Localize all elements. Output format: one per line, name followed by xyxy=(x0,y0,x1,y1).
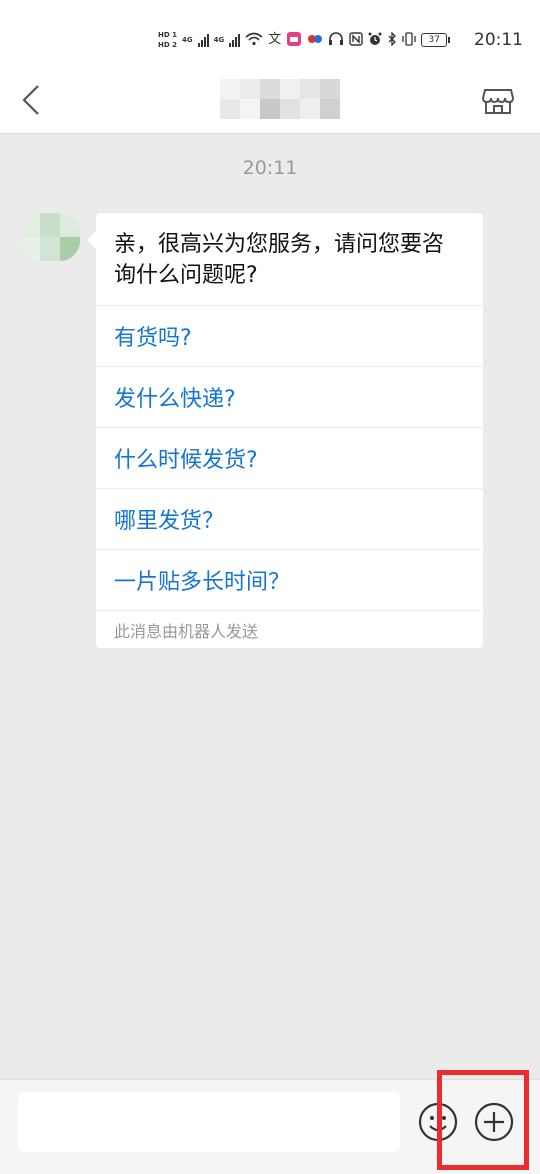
message-bubble: 亲，很高兴为您服务，请问您要咨询什么问题呢? 有货吗? 发什么快递? 什么时候发… xyxy=(87,213,483,648)
bluetooth-icon xyxy=(387,30,397,49)
hd2-label: HD 2 xyxy=(158,41,177,49)
avatar[interactable] xyxy=(20,213,80,261)
hd1-label: HD 1 xyxy=(158,31,177,39)
translate-icon: 文 xyxy=(268,32,282,47)
network-type-2: 4G xyxy=(213,36,225,44)
more-button[interactable] xyxy=(472,1100,516,1144)
battery-level: 37 xyxy=(421,33,448,47)
quick-reply-in-stock[interactable]: 有货吗? xyxy=(96,305,483,366)
quick-reply-courier[interactable]: 发什么快递? xyxy=(96,366,483,427)
status-icons: HD 1 HD 2 4G 4G 文 37 xyxy=(158,26,451,54)
wifi-icon xyxy=(245,32,263,49)
message-timestamp: 20:11 xyxy=(242,157,298,179)
emoji-button[interactable] xyxy=(416,1100,460,1144)
robot-footnote: 此消息由机器人发送 xyxy=(96,610,483,648)
plus-circle-icon xyxy=(474,1102,514,1142)
quick-reply-ship-from[interactable]: 哪里发货？ xyxy=(96,488,483,549)
page-title xyxy=(220,79,340,119)
5g-app-icon xyxy=(307,32,323,49)
chat-header xyxy=(0,66,540,134)
quick-reply-ship-time[interactable]: 什么时候发货? xyxy=(96,427,483,488)
store-icon xyxy=(481,89,515,114)
battery-icon: 37 xyxy=(421,33,451,47)
store-button[interactable] xyxy=(478,76,518,124)
quick-reply-duration[interactable]: 一片贴多长时间？ xyxy=(96,549,483,610)
tv-app-icon xyxy=(286,31,302,50)
clock: 20:11 xyxy=(474,30,523,50)
alarm-icon xyxy=(368,32,382,49)
input-bar xyxy=(0,1079,540,1174)
status-bar: HD 1 HD 2 4G 4G 文 37 20:11 xyxy=(0,0,540,66)
headphones-icon xyxy=(328,31,344,49)
chevron-left-icon xyxy=(22,85,39,115)
chat-area[interactable]: 20:11 亲，很高兴为您服务，请问您要咨询什么问题呢? 有货吗? 发什么快递?… xyxy=(0,135,540,1079)
message-input[interactable] xyxy=(18,1092,400,1152)
hd-icon: HD 1 HD 2 xyxy=(158,31,177,49)
emoji-icon xyxy=(418,1102,458,1142)
network-type-1: 4G xyxy=(181,36,193,44)
signal-icon xyxy=(229,33,241,47)
signal-icon xyxy=(197,33,209,47)
greeting-text: 亲，很高兴为您服务，请问您要咨询什么问题呢? xyxy=(114,232,445,288)
vibrate-icon xyxy=(402,31,416,49)
nfc-icon xyxy=(349,31,363,49)
back-button[interactable] xyxy=(12,76,52,124)
